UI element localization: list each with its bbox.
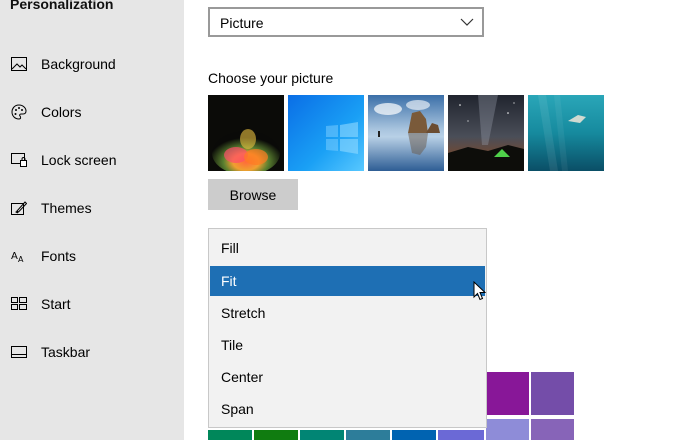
svg-text:A: A <box>18 255 24 263</box>
color-swatch-indigo[interactable] <box>438 430 484 440</box>
taskbar-icon <box>10 343 28 361</box>
color-swatch-green-2[interactable] <box>254 430 298 440</box>
fit-option-tile[interactable]: Tile <box>210 330 485 360</box>
sidebar: Personalization Background Colors Lock s… <box>0 0 184 440</box>
sidebar-item-background[interactable]: Background <box>0 44 184 84</box>
color-swatch-blue[interactable] <box>392 430 436 440</box>
background-type-dropdown[interactable]: Picture <box>208 7 484 37</box>
picture-thumbnail-3[interactable] <box>368 95 444 171</box>
picture-thumbnail-1[interactable] <box>208 95 284 171</box>
sidebar-item-label: Fonts <box>41 248 77 264</box>
color-swatch-lavender[interactable] <box>486 419 529 440</box>
fit-option-span[interactable]: Span <box>210 394 485 424</box>
sidebar-item-label: Themes <box>41 200 92 216</box>
picture-thumbnail-2[interactable] <box>288 95 364 171</box>
color-swatch-teal[interactable] <box>300 430 344 440</box>
sidebar-item-taskbar[interactable]: Taskbar <box>0 332 184 372</box>
sidebar-item-lock-screen[interactable]: Lock screen <box>0 140 184 180</box>
sidebar-item-label: Lock screen <box>41 152 117 168</box>
sidebar-item-label: Background <box>41 56 116 72</box>
sidebar-item-themes[interactable]: Themes <box>0 188 184 228</box>
sidebar-item-colors[interactable]: Colors <box>0 92 184 132</box>
fit-option-stretch[interactable]: Stretch <box>210 298 485 328</box>
fit-option-fill[interactable]: Fill <box>210 233 485 263</box>
sidebar-item-label: Taskbar <box>41 344 91 360</box>
lock-screen-icon <box>10 151 28 169</box>
color-swatch-purple[interactable] <box>531 372 574 415</box>
fonts-icon: AA <box>10 247 28 265</box>
choose-fit-menu: Fill Fit Stretch Tile Center Span <box>208 228 487 428</box>
color-swatch-violet[interactable] <box>531 419 574 440</box>
svg-text:A: A <box>11 251 18 262</box>
picture-thumbnail-4[interactable] <box>448 95 524 171</box>
picture-thumbnail-5[interactable] <box>528 95 604 171</box>
start-icon <box>10 295 28 313</box>
chevron-down-icon <box>460 15 474 34</box>
sidebar-title: Personalization <box>10 0 114 12</box>
picture-icon <box>10 55 28 73</box>
sidebar-item-label: Start <box>41 296 71 312</box>
choose-picture-label: Choose your picture <box>208 70 334 86</box>
palette-icon <box>10 103 28 121</box>
color-swatch-purple-dark[interactable] <box>486 372 529 415</box>
dropdown-value: Picture <box>220 15 264 31</box>
mouse-cursor-icon <box>473 280 487 306</box>
color-swatch-steel[interactable] <box>346 430 390 440</box>
fit-option-center[interactable]: Center <box>210 362 485 392</box>
sidebar-item-label: Colors <box>41 104 82 120</box>
themes-icon <box>10 199 28 217</box>
sidebar-item-start[interactable]: Start <box>0 284 184 324</box>
sidebar-item-fonts[interactable]: AA Fonts <box>0 236 184 276</box>
color-swatch-green-1[interactable] <box>208 430 252 440</box>
fit-option-fit[interactable]: Fit <box>210 266 485 296</box>
browse-button[interactable]: Browse <box>208 179 298 210</box>
